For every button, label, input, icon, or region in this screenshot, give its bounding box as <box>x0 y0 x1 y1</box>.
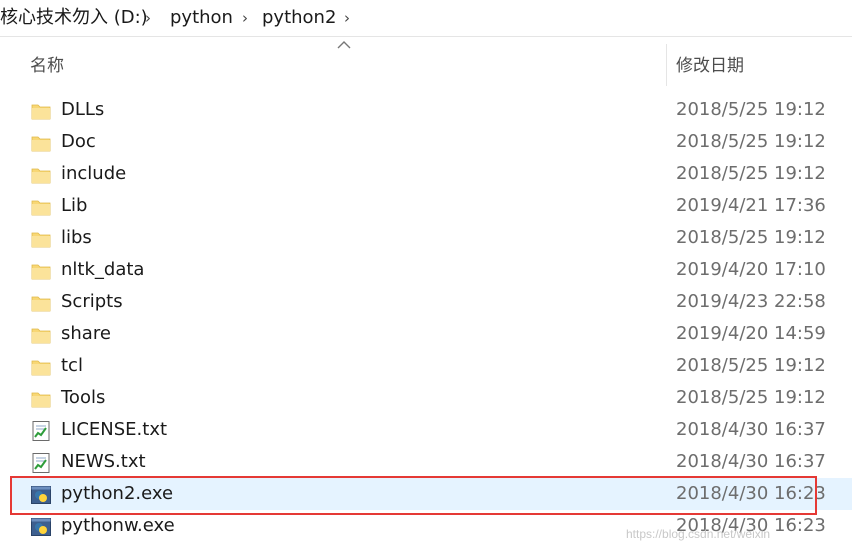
file-row[interactable]: DLLs 2018/5/25 19:12 <box>12 94 852 126</box>
folder-icon <box>30 196 52 218</box>
file-name: nltk_data <box>61 259 145 280</box>
file-modified-date: 2018/5/25 19:12 <box>676 387 826 408</box>
python-exe-icon <box>30 484 52 506</box>
folder-icon <box>30 132 52 154</box>
breadcrumb-chevron-icon[interactable]: › <box>242 5 248 31</box>
file-modified-date: 2018/4/30 16:37 <box>676 451 826 472</box>
file-row[interactable]: Tools 2018/5/25 19:12 <box>12 382 852 414</box>
file-name: python2.exe <box>61 483 174 504</box>
watermark: https://blog.csdn.net/weixin <box>626 527 771 541</box>
python-exe-icon <box>30 516 52 538</box>
column-divider[interactable] <box>666 44 667 86</box>
breadcrumb: 核心技术勿入 (D:) › python › python2 › <box>0 0 852 37</box>
folder-icon <box>30 356 52 378</box>
file-name: NEWS.txt <box>61 451 146 472</box>
breadcrumb-python2[interactable]: python2 <box>262 5 336 31</box>
file-modified-date: 2018/5/25 19:12 <box>676 227 826 248</box>
file-name: Tools <box>61 387 106 408</box>
file-modified-date: 2018/5/25 19:12 <box>676 99 826 120</box>
file-name: libs <box>61 227 92 248</box>
file-name: pythonw.exe <box>61 515 175 536</box>
file-modified-date: 2018/5/25 19:12 <box>676 163 826 184</box>
file-name: LICENSE.txt <box>61 419 168 440</box>
breadcrumb-chevron-icon[interactable]: › <box>145 5 151 31</box>
file-modified-date: 2019/4/23 22:58 <box>676 291 826 312</box>
file-modified-date: 2018/4/30 16:37 <box>676 419 826 440</box>
folder-icon <box>30 100 52 122</box>
file-row[interactable]: nltk_data 2019/4/20 17:10 <box>12 254 852 286</box>
file-row[interactable]: Scripts 2019/4/23 22:58 <box>12 286 852 318</box>
file-name: DLLs <box>61 99 105 120</box>
folder-icon <box>30 388 52 410</box>
file-row[interactable]: include 2018/5/25 19:12 <box>12 158 852 190</box>
file-name: share <box>61 323 111 344</box>
folder-icon <box>30 324 52 346</box>
file-row[interactable]: tcl 2018/5/25 19:12 <box>12 350 852 382</box>
file-name: include <box>61 163 127 184</box>
file-modified-date: 2019/4/21 17:36 <box>676 195 826 216</box>
file-row[interactable]: Doc 2018/5/25 19:12 <box>12 126 852 158</box>
file-name: Lib <box>61 195 88 216</box>
folder-icon <box>30 292 52 314</box>
file-modified-date: 2018/5/25 19:12 <box>676 131 826 152</box>
column-header-name[interactable]: 名称 <box>30 52 64 80</box>
file-modified-date: 2019/4/20 17:10 <box>676 259 826 280</box>
file-row[interactable]: python2.exe 2018/4/30 16:23 <box>12 478 852 510</box>
file-row[interactable]: Lib 2019/4/21 17:36 <box>12 190 852 222</box>
file-name: tcl <box>61 355 83 376</box>
folder-icon <box>30 260 52 282</box>
breadcrumb-python[interactable]: python <box>170 5 233 31</box>
sort-ascending-icon <box>337 41 351 49</box>
file-name: Doc <box>61 131 96 152</box>
column-header-date[interactable]: 修改日期 <box>676 52 744 80</box>
file-row[interactable]: NEWS.txt 2018/4/30 16:37 <box>12 446 852 478</box>
breadcrumb-chevron-icon[interactable]: › <box>344 5 350 31</box>
text-file-icon <box>30 452 52 474</box>
file-row[interactable]: LICENSE.txt 2018/4/30 16:37 <box>12 414 852 446</box>
file-modified-date: 2019/4/20 14:59 <box>676 323 826 344</box>
file-row[interactable]: share 2019/4/20 14:59 <box>12 318 852 350</box>
text-file-icon <box>30 420 52 442</box>
folder-icon <box>30 164 52 186</box>
file-row[interactable]: libs 2018/5/25 19:12 <box>12 222 852 254</box>
folder-icon <box>30 228 52 250</box>
breadcrumb-drive[interactable]: 核心技术勿入 (D:) <box>0 5 148 31</box>
file-modified-date: 2018/5/25 19:12 <box>676 355 826 376</box>
file-name: Scripts <box>61 291 123 312</box>
file-modified-date: 2018/4/30 16:23 <box>676 483 826 504</box>
